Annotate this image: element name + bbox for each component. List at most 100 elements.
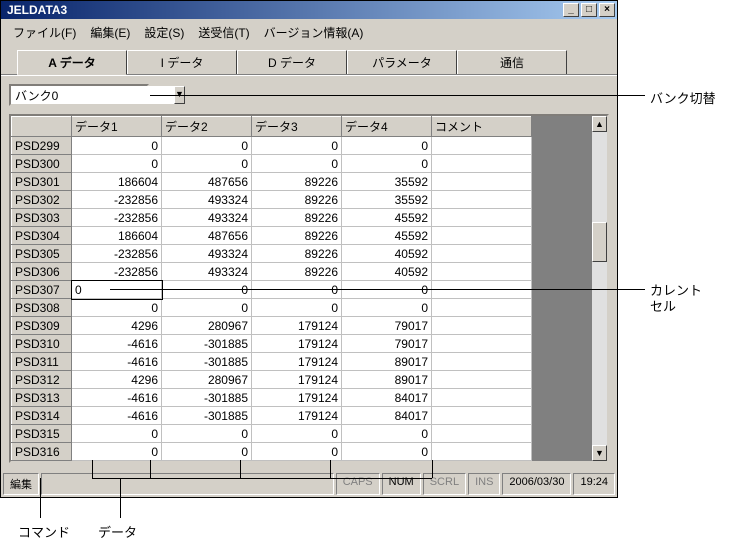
cell[interactable]: 0 bbox=[72, 443, 162, 461]
cell-comment[interactable] bbox=[432, 407, 532, 425]
menu-version[interactable]: バージョン情報(A) bbox=[258, 22, 370, 43]
cell-comment[interactable] bbox=[432, 209, 532, 227]
cell[interactable]: 35592 bbox=[342, 191, 432, 209]
cell[interactable]: 0 bbox=[162, 443, 252, 461]
table-row[interactable]: PSD311-4616-30188517912489017 bbox=[12, 353, 532, 371]
tab-d-data[interactable]: D データ bbox=[237, 50, 347, 74]
cell[interactable]: 79017 bbox=[342, 317, 432, 335]
cell-comment[interactable] bbox=[432, 155, 532, 173]
table-row[interactable]: PSD302-2328564933248922635592 bbox=[12, 191, 532, 209]
cell-comment[interactable] bbox=[432, 389, 532, 407]
cell[interactable]: 179124 bbox=[252, 353, 342, 371]
table-row[interactable]: PSD3000000 bbox=[12, 155, 532, 173]
cell[interactable]: 0 bbox=[252, 299, 342, 317]
row-header[interactable]: PSD302 bbox=[12, 191, 72, 209]
cell[interactable]: -4616 bbox=[72, 353, 162, 371]
menu-settings[interactable]: 設定(S) bbox=[138, 22, 190, 43]
cell[interactable]: 89226 bbox=[252, 173, 342, 191]
cell[interactable]: 89226 bbox=[252, 263, 342, 281]
table-row[interactable]: PSD306-2328564933248922640592 bbox=[12, 263, 532, 281]
bank-select[interactable]: ▼ bbox=[9, 84, 149, 106]
table-row[interactable]: PSD310-4616-30188517912479017 bbox=[12, 335, 532, 353]
minimize-button[interactable]: _ bbox=[563, 3, 579, 17]
cell[interactable]: 493324 bbox=[162, 245, 252, 263]
cell[interactable]: 186604 bbox=[72, 173, 162, 191]
cell[interactable]: -232856 bbox=[72, 245, 162, 263]
cell[interactable]: 89226 bbox=[252, 209, 342, 227]
cell[interactable]: 4296 bbox=[72, 317, 162, 335]
cell[interactable]: -301885 bbox=[162, 353, 252, 371]
row-header[interactable]: PSD303 bbox=[12, 209, 72, 227]
scroll-thumb[interactable] bbox=[592, 222, 607, 262]
cell[interactable]: 89017 bbox=[342, 353, 432, 371]
cell[interactable]: -232856 bbox=[72, 209, 162, 227]
row-header[interactable]: PSD316 bbox=[12, 443, 72, 461]
table-row[interactable]: PSD3011866044876568922635592 bbox=[12, 173, 532, 191]
cell[interactable]: 0 bbox=[162, 137, 252, 155]
cell[interactable]: 84017 bbox=[342, 389, 432, 407]
cell[interactable]: 179124 bbox=[252, 317, 342, 335]
cell[interactable]: 280967 bbox=[162, 371, 252, 389]
cell[interactable]: 0 bbox=[72, 425, 162, 443]
cell[interactable]: -301885 bbox=[162, 335, 252, 353]
cell[interactable]: 40592 bbox=[342, 245, 432, 263]
cell[interactable]: -232856 bbox=[72, 263, 162, 281]
cell[interactable]: 0 bbox=[252, 137, 342, 155]
row-header[interactable]: PSD315 bbox=[12, 425, 72, 443]
tab-parameter[interactable]: パラメータ bbox=[347, 50, 457, 74]
cell-comment[interactable] bbox=[432, 353, 532, 371]
table-row[interactable]: PSD3041866044876568922645592 bbox=[12, 227, 532, 245]
table-row[interactable]: PSD3080000 bbox=[12, 299, 532, 317]
close-button[interactable]: × bbox=[599, 3, 615, 17]
row-header[interactable]: PSD301 bbox=[12, 173, 72, 191]
cell-comment[interactable] bbox=[432, 137, 532, 155]
cell[interactable]: 0 bbox=[342, 299, 432, 317]
cell[interactable]: 179124 bbox=[252, 407, 342, 425]
tab-comm[interactable]: 通信 bbox=[457, 50, 567, 74]
cell[interactable]: 84017 bbox=[342, 407, 432, 425]
cell-comment[interactable] bbox=[432, 191, 532, 209]
cell[interactable]: -4616 bbox=[72, 407, 162, 425]
row-header[interactable]: PSD312 bbox=[12, 371, 72, 389]
table-row[interactable]: PSD303-2328564933248922645592 bbox=[12, 209, 532, 227]
cell-comment[interactable] bbox=[432, 371, 532, 389]
maximize-button[interactable]: □ bbox=[581, 3, 597, 17]
table-row[interactable]: PSD3150000 bbox=[12, 425, 532, 443]
cell[interactable]: 0 bbox=[252, 443, 342, 461]
cell[interactable]: 35592 bbox=[342, 173, 432, 191]
cell[interactable]: 280967 bbox=[162, 317, 252, 335]
cell-comment[interactable] bbox=[432, 245, 532, 263]
row-header[interactable]: PSD310 bbox=[12, 335, 72, 353]
cell-comment[interactable] bbox=[432, 443, 532, 461]
cell-comment[interactable] bbox=[432, 263, 532, 281]
row-header[interactable]: PSD299 bbox=[12, 137, 72, 155]
cell[interactable]: 186604 bbox=[72, 227, 162, 245]
table-row[interactable]: PSD305-2328564933248922640592 bbox=[12, 245, 532, 263]
cell[interactable]: 179124 bbox=[252, 335, 342, 353]
tab-i-data[interactable]: I データ bbox=[127, 50, 237, 74]
row-header[interactable]: PSD304 bbox=[12, 227, 72, 245]
cell-comment[interactable] bbox=[432, 299, 532, 317]
cell[interactable]: -4616 bbox=[72, 389, 162, 407]
cell[interactable]: 89226 bbox=[252, 245, 342, 263]
cell[interactable]: 179124 bbox=[252, 389, 342, 407]
col-header-d4[interactable]: データ4 bbox=[342, 117, 432, 137]
cell[interactable]: 0 bbox=[342, 425, 432, 443]
cell[interactable]: 0 bbox=[342, 443, 432, 461]
menu-file[interactable]: ファイル(F) bbox=[7, 22, 82, 43]
cell-comment[interactable] bbox=[432, 227, 532, 245]
cell[interactable]: -4616 bbox=[72, 335, 162, 353]
scroll-up-button[interactable]: ▲ bbox=[592, 116, 607, 132]
cell[interactable]: 487656 bbox=[162, 173, 252, 191]
cell[interactable]: -232856 bbox=[72, 191, 162, 209]
col-header-d3[interactable]: データ3 bbox=[252, 117, 342, 137]
cell[interactable]: 0 bbox=[72, 137, 162, 155]
row-header[interactable]: PSD307 bbox=[12, 281, 72, 299]
cell[interactable]: 45592 bbox=[342, 227, 432, 245]
menu-sendrecv[interactable]: 送受信(T) bbox=[192, 22, 255, 43]
cell[interactable]: 0 bbox=[342, 155, 432, 173]
table-row[interactable]: PSD312429628096717912489017 bbox=[12, 371, 532, 389]
cell[interactable]: 4296 bbox=[72, 371, 162, 389]
scroll-down-button[interactable]: ▼ bbox=[592, 445, 607, 461]
cell-comment[interactable] bbox=[432, 335, 532, 353]
